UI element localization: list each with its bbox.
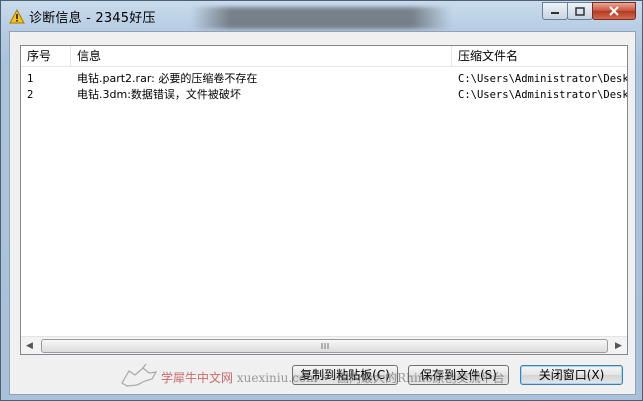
close-dialog-button[interactable]: 关闭窗口(X) — [520, 365, 623, 385]
rhino-logo-icon — [121, 363, 158, 387]
watermark-url: xuexiniu.com — [236, 371, 318, 385]
column-header-info[interactable]: 信息 — [71, 46, 452, 66]
warning-icon — [9, 9, 25, 24]
minimize-icon — [551, 12, 559, 14]
row-archive: C:\Users\Administrator\Deskt — [458, 89, 627, 101]
table-row[interactable]: 2 电钻.3dm:数据错误，文件被破坏 C:\Users\Administrat… — [21, 87, 627, 103]
window-title: 诊断信息 - 2345好压 — [29, 11, 156, 26]
scroll-left-arrow-icon[interactable]: ◀ — [21, 337, 38, 354]
column-header-index[interactable]: 序号 — [21, 46, 71, 66]
column-header-archive[interactable]: 压缩文件名 — [452, 46, 627, 66]
close-window-button[interactable] — [592, 2, 636, 20]
close-icon — [609, 6, 619, 16]
maximize-button[interactable] — [567, 2, 593, 20]
caption-buttons — [542, 2, 636, 20]
grip-icon — [320, 343, 329, 349]
table-row[interactable]: 1 电钻.part2.rar: 必要的压缩卷不存在 C:\Users\Admin… — [21, 71, 627, 87]
title-bar[interactable]: 诊断信息 - 2345好压 — [1, 1, 642, 31]
row-index: 1 — [27, 73, 34, 85]
diagnostic-list[interactable]: 序号 信息 压缩文件名 1 电钻.part2.rar: 必要的压缩卷不存在 C:… — [20, 45, 628, 355]
list-header: 序号 信息 压缩文件名 — [21, 46, 627, 67]
minimize-button[interactable] — [542, 2, 568, 20]
blurred-region — [191, 7, 451, 29]
watermark-slogan: 一 国内最大的Rhino原创交流平台 — [321, 371, 505, 385]
row-info: 电钻.part2.rar: 必要的压缩卷不存在 — [77, 72, 258, 85]
row-info: 电钻.3dm:数据错误，文件被破坏 — [77, 88, 241, 101]
row-archive: C:\Users\Administrator\Deskt — [458, 73, 627, 85]
row-index: 2 — [27, 89, 34, 101]
maximize-icon — [575, 6, 585, 16]
dialog-window: 诊断信息 - 2345好压 序号 信息 压缩文件名 1 电钻.part2.rar… — [0, 0, 643, 401]
watermark: 学犀牛中文网 xuexiniu.com 一 国内最大的Rhino原创交流平台 — [119, 361, 519, 391]
scrollbar-thumb[interactable] — [41, 339, 608, 353]
horizontal-scrollbar[interactable]: ◀ ▶ — [21, 336, 627, 354]
watermark-text: 学犀牛中文网 xuexiniu.com 一 国内最大的Rhino原创交流平台 — [161, 369, 505, 386]
scroll-right-arrow-icon[interactable]: ▶ — [610, 337, 627, 354]
client-area: 序号 信息 压缩文件名 1 电钻.part2.rar: 必要的压缩卷不存在 C:… — [9, 31, 636, 395]
watermark-cn: 学犀牛中文网 — [161, 371, 234, 385]
